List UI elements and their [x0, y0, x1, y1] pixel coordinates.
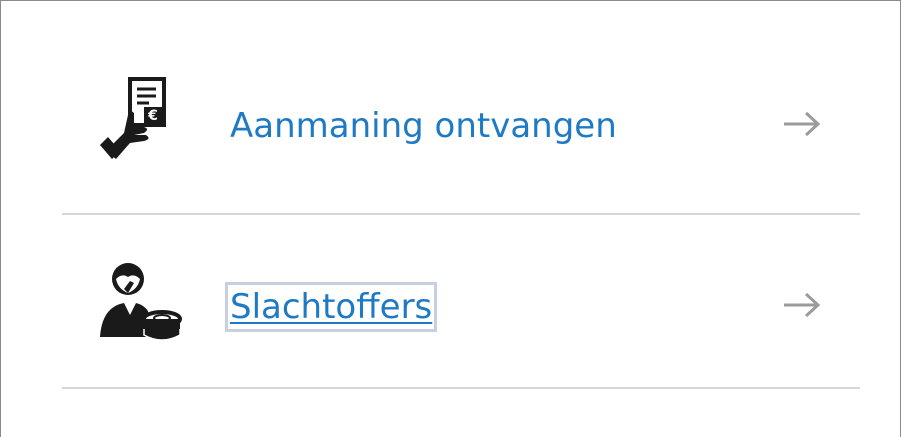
menu-item-aanmaning-ontvangen[interactable]: € Aanmaning ontvangen: [62, 41, 860, 215]
menu-item-label[interactable]: Aanmaning ontvangen: [230, 106, 617, 146]
arrow-right-icon: [780, 290, 824, 320]
menu-item-slachtoffers[interactable]: Slachtoffers: [62, 215, 860, 389]
hand-holding-euro-bill-icon: €: [94, 73, 184, 163]
divider: [62, 387, 860, 389]
victim-person-coins-icon: [94, 255, 184, 345]
menu-panel: € Aanmaning ontvangen Slachtoffers: [0, 0, 901, 437]
menu-item-label[interactable]: Slachtoffers: [224, 282, 438, 332]
arrow-right-icon: [780, 109, 824, 139]
svg-text:€: €: [147, 108, 158, 124]
